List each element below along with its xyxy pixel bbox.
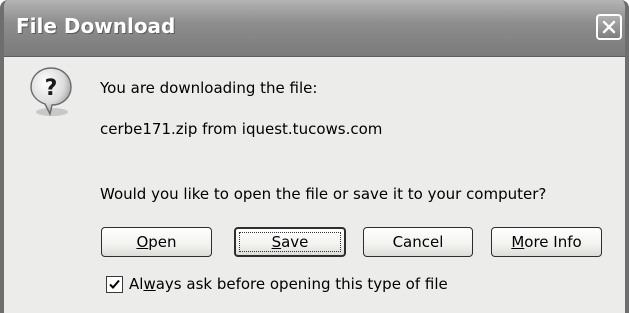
open-button-label: pen (148, 233, 177, 251)
save-button-label: ave (281, 233, 309, 251)
always-ask-access-key: w (143, 275, 156, 293)
close-button[interactable] (596, 14, 622, 40)
more-info-button[interactable]: More Info (491, 227, 602, 257)
always-ask-checkbox[interactable] (106, 276, 123, 293)
question-icon: ? (28, 66, 74, 118)
window-title: File Download (16, 14, 176, 38)
file-source-text: cerbe171.zip from iquest.tucows.com (100, 120, 383, 138)
save-button[interactable]: Save (234, 227, 346, 257)
file-download-dialog: File Download ? You are downloading the (0, 0, 629, 313)
open-button[interactable]: Open (101, 227, 212, 257)
more-info-access-key: M (511, 233, 525, 251)
cancel-button-label: Cancel (392, 233, 444, 251)
title-bar[interactable]: File Download (4, 0, 625, 57)
always-ask-label-start: Al (129, 275, 144, 293)
svg-text:?: ? (45, 76, 58, 101)
open-access-key: O (136, 233, 149, 251)
save-access-key: S (271, 233, 282, 251)
always-ask-label[interactable]: Always ask before opening this type of f… (129, 275, 448, 293)
always-ask-label-end: ays ask before opening this type of file (155, 275, 448, 293)
more-info-button-label: ore Info (524, 233, 582, 251)
open-or-save-question: Would you like to open the file or save … (100, 185, 547, 203)
downloading-message: You are downloading the file: (100, 79, 318, 97)
cancel-button[interactable]: Cancel (363, 227, 473, 257)
